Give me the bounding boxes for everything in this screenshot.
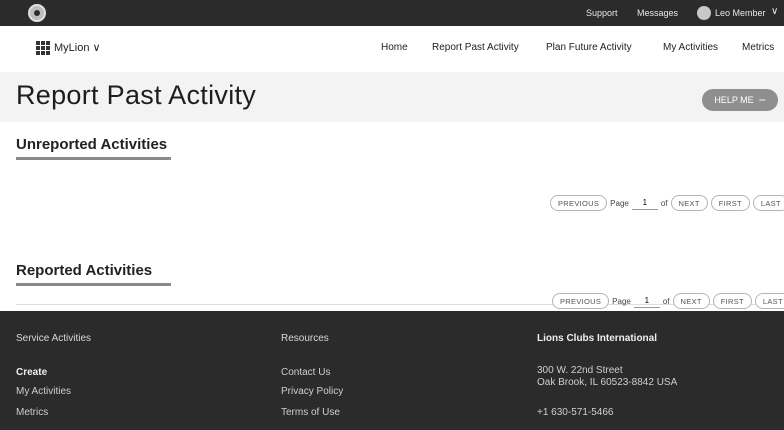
nav-report-past-activity[interactable]: Report Past Activity: [432, 42, 519, 53]
support-link[interactable]: Support: [586, 8, 618, 18]
previous-button[interactable]: PREVIOUS: [552, 293, 610, 309]
user-avatar-icon[interactable]: [697, 6, 711, 20]
footer-link-terms-of-use[interactable]: Terms of Use: [281, 407, 340, 418]
footer-link-create[interactable]: Create: [16, 367, 47, 378]
heading-underline: [16, 283, 171, 286]
footer-address-line2: Oak Brook, IL 60523-8842 USA: [537, 377, 678, 388]
footer-heading-organization: Lions Clubs International: [537, 333, 658, 344]
nav-plan-future-activity[interactable]: Plan Future Activity: [546, 42, 632, 53]
reported-activities-heading: Reported Activities: [16, 262, 153, 279]
page-label: Page: [612, 296, 631, 306]
page-number-input[interactable]: [633, 294, 660, 308]
reported-pagination: PREVIOUS Page of NEXT FIRST LAST: [552, 293, 784, 309]
footer-heading-service-activities: Service Activities: [16, 333, 92, 344]
of-label: of: [660, 198, 668, 208]
top-utility-bar: Support Messages Leo Member ∨: [0, 0, 784, 26]
page-header: Report Past Activity HELP ME −: [0, 72, 784, 122]
footer-phone[interactable]: +1 630-571-5466: [537, 407, 613, 418]
footer-link-my-activities[interactable]: My Activities: [16, 386, 71, 397]
nav-home[interactable]: Home: [381, 42, 408, 53]
main-navigation: MyLion ∨ Home Report Past Activity Plan …: [0, 26, 784, 72]
minus-icon: −: [758, 93, 766, 107]
of-label: of: [662, 296, 670, 306]
nav-metrics[interactable]: Metrics: [742, 42, 774, 53]
footer-heading-resources: Resources: [281, 333, 329, 344]
unreported-activities-heading: Unreported Activities: [16, 136, 168, 153]
next-button[interactable]: NEXT: [670, 195, 708, 211]
first-button[interactable]: FIRST: [712, 293, 752, 309]
next-button[interactable]: NEXT: [672, 293, 710, 309]
heading-underline: [16, 157, 171, 160]
app-switcher[interactable]: MyLion ∨: [54, 41, 101, 54]
page-number-input[interactable]: [631, 196, 658, 210]
page-label: Page: [610, 198, 629, 208]
grid-apps-icon[interactable]: [36, 41, 50, 55]
help-me-button[interactable]: HELP ME −: [702, 89, 778, 111]
help-me-label: HELP ME: [714, 95, 754, 105]
unreported-pagination: PREVIOUS Page of NEXT FIRST LAST: [550, 195, 784, 211]
footer: Service Activities Create My Activities …: [0, 311, 784, 430]
user-menu-name[interactable]: Leo Member: [715, 8, 766, 18]
page-title: Report Past Activity: [16, 80, 257, 110]
footer-address-line1: 300 W. 22nd Street: [537, 365, 623, 376]
previous-button[interactable]: PREVIOUS: [550, 195, 608, 211]
last-button[interactable]: LAST: [752, 195, 784, 211]
first-button[interactable]: FIRST: [710, 195, 750, 211]
chevron-down-icon[interactable]: ∨: [771, 6, 778, 17]
messages-link[interactable]: Messages: [637, 8, 678, 18]
nav-my-activities[interactable]: My Activities: [663, 42, 718, 53]
footer-link-metrics[interactable]: Metrics: [16, 407, 48, 418]
last-button[interactable]: LAST: [754, 293, 784, 309]
footer-link-contact-us[interactable]: Contact Us: [281, 367, 330, 378]
footer-link-privacy-policy[interactable]: Privacy Policy: [281, 386, 343, 397]
lions-logo-icon[interactable]: [28, 4, 46, 22]
